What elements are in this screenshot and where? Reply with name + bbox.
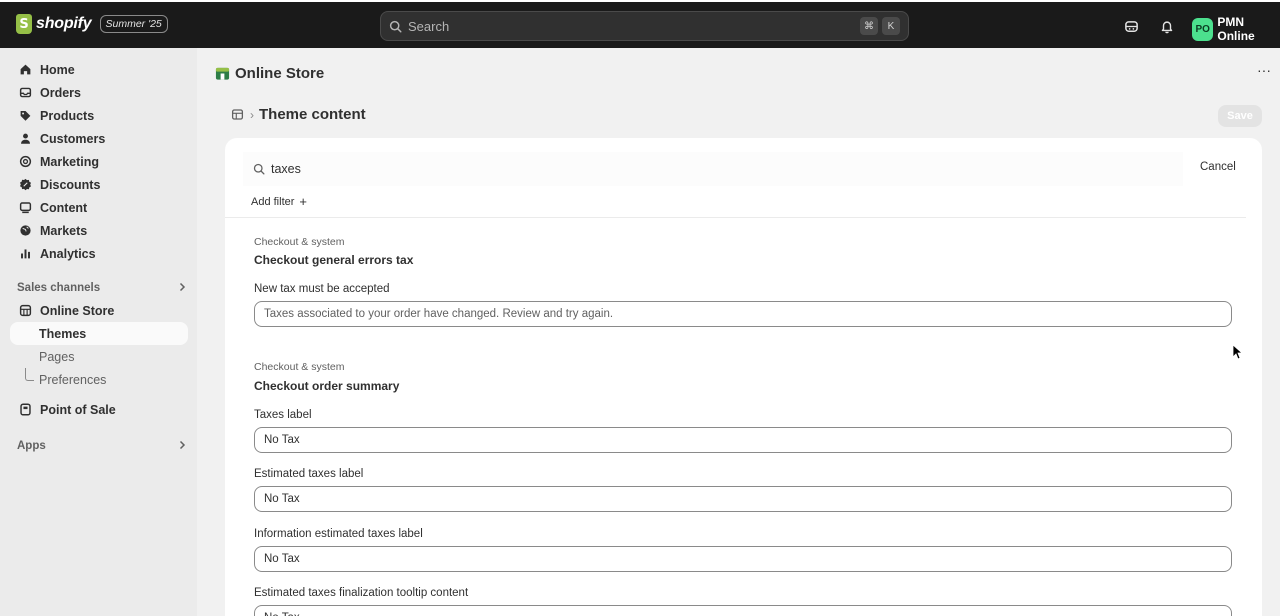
person-icon — [18, 132, 32, 146]
chevron-right-icon — [177, 440, 187, 453]
account-menu[interactable]: PO PMN Online — [1192, 15, 1280, 43]
tag-icon — [18, 109, 32, 123]
sidebar-item-discounts[interactable]: Discounts — [10, 173, 188, 196]
globe-icon — [18, 224, 32, 238]
bar-chart-icon — [18, 247, 32, 261]
chevron-right-icon — [177, 282, 187, 295]
discount-icon — [18, 178, 32, 192]
sales-channels-heading[interactable]: Sales channels — [17, 280, 187, 296]
avatar: PO — [1192, 17, 1214, 41]
theme-icon[interactable] — [229, 107, 245, 123]
mouse-cursor-icon — [1232, 344, 1242, 360]
content-search-input[interactable] — [271, 162, 871, 176]
top-bar: S shopify Summer '25 ⌘ K PO PMN Online — [0, 0, 1280, 48]
cancel-button[interactable]: Cancel — [1200, 161, 1236, 173]
pos-icon — [18, 403, 32, 417]
bell-icon[interactable] — [1158, 17, 1176, 35]
field-label: Information estimated taxes label — [254, 528, 423, 540]
sidebar: Home Orders Products Customers Marketing… — [0, 48, 197, 616]
breadcrumb: › Theme content — [229, 106, 366, 123]
filter-row: Add filter + — [225, 186, 1246, 218]
search-icon — [253, 163, 265, 175]
sidebar-item-content[interactable]: Content — [10, 196, 188, 219]
online-store-icon — [215, 66, 230, 81]
sidebar-item-online-store[interactable]: Online Store — [10, 299, 188, 322]
field-label: Taxes label — [254, 409, 312, 421]
breadcrumb-separator-icon: › — [250, 107, 254, 122]
home-icon — [18, 63, 32, 77]
more-actions-icon[interactable]: ··· — [1256, 63, 1272, 80]
shopify-bag-icon: S — [16, 14, 32, 34]
breadcrumb-title: Theme content — [259, 106, 366, 123]
content-icon — [18, 201, 32, 215]
target-icon — [18, 155, 32, 169]
theme-content-card: Cancel Add filter + Checkout & system Ch… — [225, 138, 1262, 616]
shortcut-key-cmd: ⌘ — [860, 17, 878, 35]
search-icon — [389, 20, 402, 33]
text-field-info-estimated-taxes-label[interactable] — [254, 546, 1232, 572]
group-category: Checkout & system — [254, 236, 345, 248]
text-field-new-tax-accepted[interactable] — [254, 301, 1232, 327]
text-field-taxes-label[interactable] — [254, 427, 1232, 453]
sidebar-item-markets[interactable]: Markets — [10, 219, 188, 242]
global-search-input[interactable] — [408, 18, 856, 34]
field-label: New tax must be accepted — [254, 283, 390, 295]
sidebar-item-customers[interactable]: Customers — [10, 127, 188, 150]
field-label: Estimated taxes label — [254, 468, 364, 480]
group-title: Checkout order summary — [254, 379, 400, 393]
content-search[interactable] — [243, 152, 1183, 186]
account-name: PMN Online — [1217, 15, 1255, 43]
add-filter-button[interactable]: Add filter + — [251, 194, 307, 209]
brand-name: shopify — [36, 15, 92, 32]
field-label: Estimated taxes finalization tooltip con… — [254, 587, 469, 599]
store-icon — [18, 304, 32, 318]
text-field-estimated-taxes-label[interactable] — [254, 486, 1232, 512]
inbox-icon — [18, 86, 32, 100]
sidebar-item-preferences[interactable]: Preferences — [10, 368, 188, 391]
sidebar-item-orders[interactable]: Orders — [10, 81, 188, 104]
apps-heading[interactable]: Apps — [17, 438, 187, 454]
global-search[interactable]: ⌘ K — [380, 11, 909, 41]
sidebar-item-home[interactable]: Home — [10, 58, 188, 81]
sidebar-item-pages[interactable]: Pages — [10, 345, 188, 368]
edition-badge[interactable]: Summer '25 — [99, 15, 168, 33]
group-category: Checkout & system — [254, 361, 345, 373]
sidebar-item-products[interactable]: Products — [10, 104, 188, 127]
group-title: Checkout general errors tax — [254, 253, 414, 267]
page-title: Online Store — [215, 65, 324, 82]
main-content: Online Store ··· › Theme content Save Ca… — [197, 48, 1280, 616]
shopify-logo[interactable]: S shopify Summer '25 — [16, 14, 168, 34]
save-button[interactable]: Save — [1218, 105, 1262, 127]
text-field-estimated-taxes-tooltip[interactable] — [254, 605, 1232, 616]
sidebar-item-marketing[interactable]: Marketing — [10, 150, 188, 173]
plus-icon: + — [299, 194, 308, 209]
shortcut-key-k: K — [882, 17, 900, 35]
sidebar-item-analytics[interactable]: Analytics — [10, 242, 188, 265]
sidebar-item-point-of-sale[interactable]: Point of Sale — [10, 398, 188, 421]
sidekick-icon[interactable] — [1122, 17, 1140, 35]
sidebar-item-themes[interactable]: Themes — [10, 322, 188, 345]
